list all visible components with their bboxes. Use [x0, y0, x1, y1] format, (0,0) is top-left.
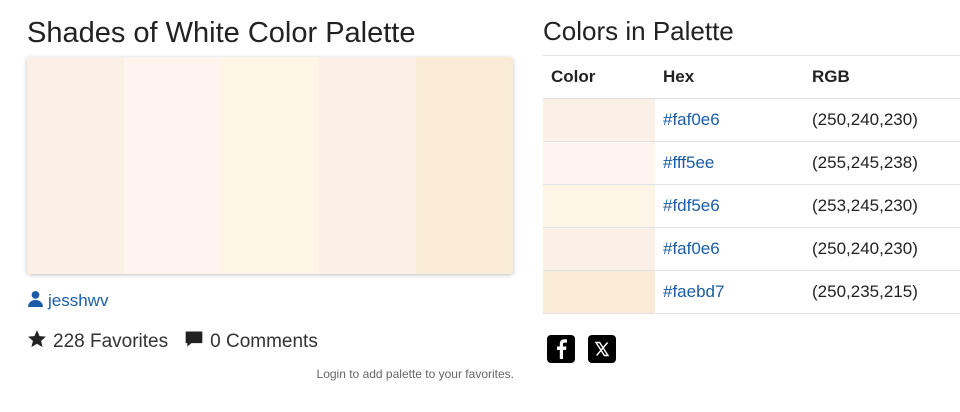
- rgb-value: (250,235,215): [804, 270, 960, 314]
- share-buttons: [547, 335, 616, 363]
- palette-stats: 228 Favorites 0 Comments: [27, 329, 318, 355]
- color-swatch-cell: [543, 270, 655, 314]
- favorites-stat: 228 Favorites: [27, 329, 168, 355]
- comments-count: 0 Comments: [210, 331, 318, 352]
- table-row: #fff5ee (255,245,238): [543, 141, 960, 185]
- login-note: Login to add palette to your favorites.: [316, 367, 514, 381]
- rgb-value: (255,245,238): [804, 141, 960, 185]
- table-header-row: Color Hex RGB: [543, 55, 960, 99]
- hex-link[interactable]: #faf0e6: [663, 110, 720, 129]
- color-column-header: Color: [543, 55, 655, 99]
- color-swatch-cell: [543, 184, 655, 228]
- x-icon[interactable]: [588, 335, 616, 363]
- palette-swatch[interactable]: [221, 57, 319, 274]
- colors-table: Color Hex RGB #faf0e6 (250,240,230) #fff…: [543, 55, 960, 314]
- color-swatch-cell: [543, 98, 655, 142]
- palette-preview[interactable]: [27, 57, 513, 274]
- palette-swatch[interactable]: [318, 57, 416, 274]
- color-swatch-cell: [543, 141, 655, 185]
- comments-stat: 0 Comments: [184, 329, 318, 355]
- table-row: #faf0e6 (250,240,230): [543, 227, 960, 271]
- hex-link[interactable]: #fdf5e6: [663, 196, 720, 215]
- author-link[interactable]: jesshwv: [48, 291, 108, 311]
- rgb-value: (250,240,230): [804, 98, 960, 142]
- table-row: #fdf5e6 (253,245,230): [543, 184, 960, 228]
- page-title: Shades of White Color Palette: [27, 17, 416, 49]
- palette-swatch[interactable]: [124, 57, 222, 274]
- table-row: #faf0e6 (250,240,230): [543, 98, 960, 142]
- rgb-value: (253,245,230): [804, 184, 960, 228]
- hex-link[interactable]: #faebd7: [663, 282, 724, 301]
- hex-link[interactable]: #faf0e6: [663, 239, 720, 258]
- palette-swatch[interactable]: [27, 57, 125, 274]
- star-icon: [27, 329, 47, 355]
- hex-column-header: Hex: [655, 55, 804, 99]
- user-icon: [27, 290, 44, 312]
- facebook-icon[interactable]: [547, 335, 575, 363]
- color-swatch-cell: [543, 227, 655, 271]
- table-row: #faebd7 (250,235,215): [543, 270, 960, 314]
- rgb-value: (250,240,230): [804, 227, 960, 271]
- comment-icon: [184, 329, 204, 355]
- rgb-column-header: RGB: [804, 55, 960, 99]
- hex-link[interactable]: #fff5ee: [663, 153, 714, 172]
- section-title: Colors in Palette: [543, 16, 734, 46]
- author: jesshwv: [27, 290, 108, 312]
- favorites-count: 228 Favorites: [53, 331, 169, 352]
- palette-swatch[interactable]: [415, 57, 513, 274]
